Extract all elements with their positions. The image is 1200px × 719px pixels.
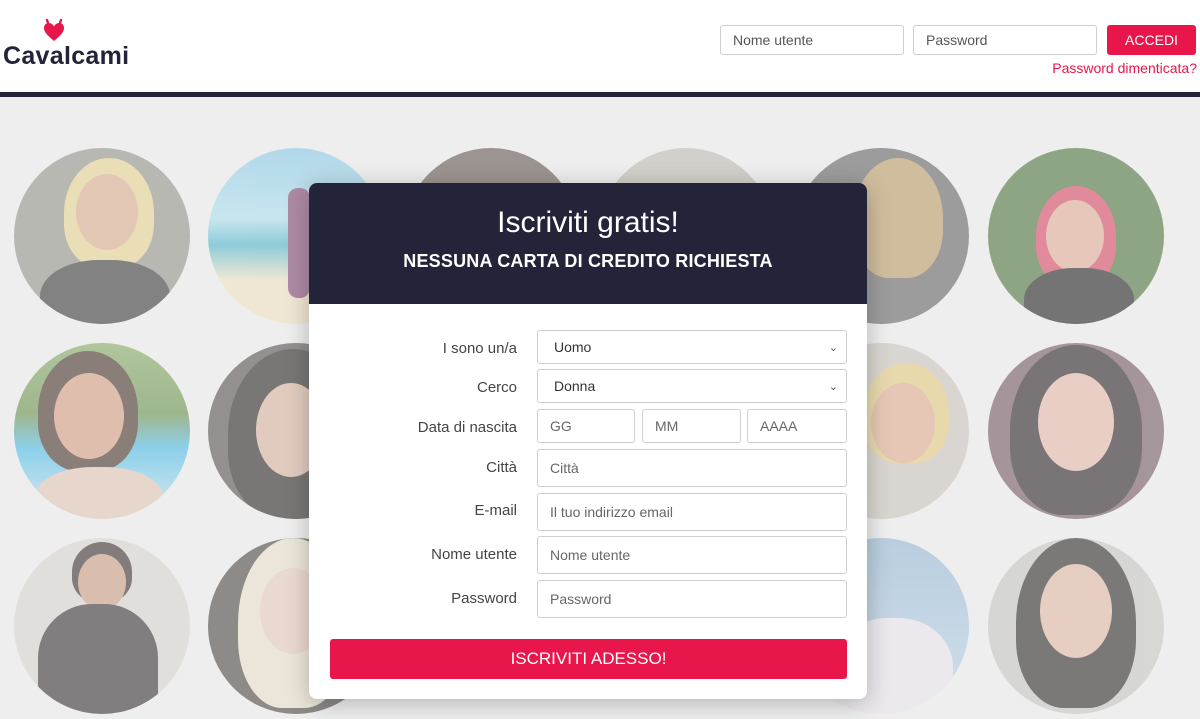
city-input[interactable] [537, 449, 847, 487]
password-input[interactable] [537, 580, 847, 618]
header-password-input[interactable] [913, 25, 1097, 55]
profile-photo [14, 148, 190, 324]
login-button[interactable]: ACCEDI [1107, 25, 1196, 55]
seeking-select-value: Donna [554, 378, 596, 394]
profile-photo [14, 538, 190, 714]
password-label: Password [451, 590, 517, 607]
birthdate-label: Data di nascita [417, 419, 517, 436]
chevron-down-icon: ⌄ [828, 380, 838, 393]
gender-label: I sono un/a [442, 340, 517, 357]
signup-title: Iscriviti gratis! [497, 206, 679, 239]
birth-day-input[interactable] [537, 409, 635, 443]
signup-header: Iscriviti gratis! NESSUNA CARTA DI CREDI… [309, 183, 867, 304]
birth-month-input[interactable] [642, 409, 741, 443]
heart-devil-icon [44, 18, 64, 41]
signup-submit-button[interactable]: ISCRIVITI ADESSO! [330, 639, 847, 679]
gender-select-value: Uomo [554, 339, 592, 355]
city-label: Città [486, 459, 517, 476]
gender-select[interactable]: Uomo ⌄ [537, 330, 847, 364]
profile-photo [988, 148, 1164, 324]
forgot-password-link[interactable]: Password dimenticata? [1052, 60, 1197, 76]
birth-year-input[interactable] [747, 409, 847, 443]
profile-photo [14, 343, 190, 519]
logo-text: Cavalcami [3, 42, 130, 70]
username-input[interactable] [537, 536, 847, 574]
chevron-down-icon: ⌄ [828, 341, 838, 354]
seeking-label: Cerco [476, 379, 517, 396]
logo[interactable]: Cavalcami [3, 18, 153, 78]
username-label: Nome utente [431, 546, 517, 563]
email-label: E-mail [474, 502, 517, 519]
signup-subtitle: NESSUNA CARTA DI CREDITO RICHIESTA [403, 251, 773, 271]
signup-modal: Iscriviti gratis! NESSUNA CARTA DI CREDI… [309, 183, 867, 699]
profile-photo [988, 343, 1164, 519]
email-input[interactable] [537, 493, 847, 531]
header-username-input[interactable] [720, 25, 904, 55]
seeking-select[interactable]: Donna ⌄ [537, 369, 847, 403]
site-header: Cavalcami ACCEDI Password dimenticata? [0, 0, 1200, 92]
profile-photo [988, 538, 1164, 714]
